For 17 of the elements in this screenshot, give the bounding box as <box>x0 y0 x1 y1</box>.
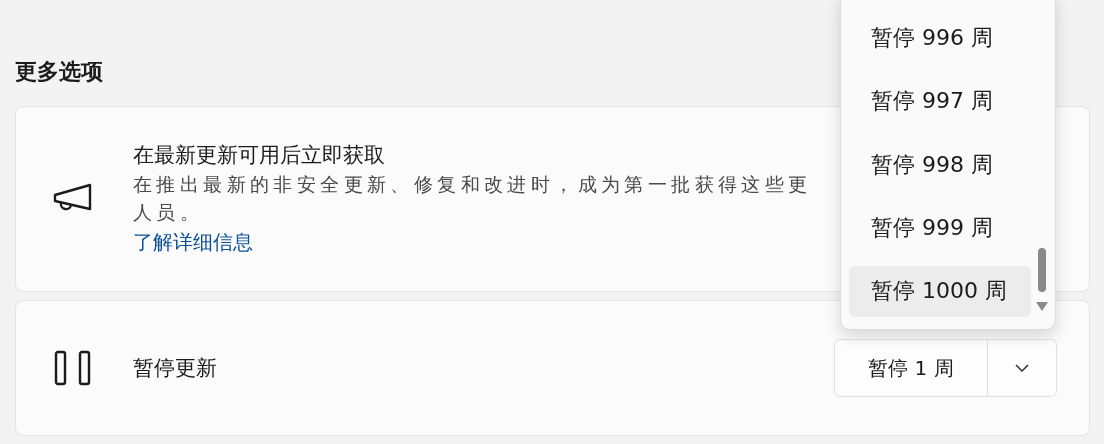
dropdown-button[interactable] <box>988 339 1057 397</box>
section-title: 更多选项 <box>15 58 103 86</box>
chevron-down-icon <box>1015 364 1029 372</box>
menu-option[interactable]: 暂停 997 周 <box>849 75 1031 127</box>
setting-description: 人员。 <box>133 200 205 225</box>
scrollbar-thumb[interactable] <box>1038 248 1046 292</box>
pause-button[interactable]: 暂停 1 周 <box>834 339 988 397</box>
scroll-down-icon[interactable] <box>1036 302 1048 311</box>
setting-title: 在最新更新可用后立即获取 <box>133 142 386 169</box>
pause-icon <box>54 350 92 386</box>
menu-option[interactable]: 暂停 999 周 <box>849 202 1031 254</box>
setting-description: 在推出最新的非安全更新、修复和改进时，成为第一批获得这些更 <box>133 172 812 197</box>
setting-title: 暂停更新 <box>133 355 217 382</box>
learn-more-link[interactable]: 了解详细信息 <box>133 226 812 258</box>
menu-option[interactable]: 暂停 996 周 <box>849 12 1031 64</box>
menu-option[interactable]: 暂停 998 周 <box>849 138 1031 191</box>
menu-option[interactable]: 暂停 1000 周 <box>849 265 1031 318</box>
